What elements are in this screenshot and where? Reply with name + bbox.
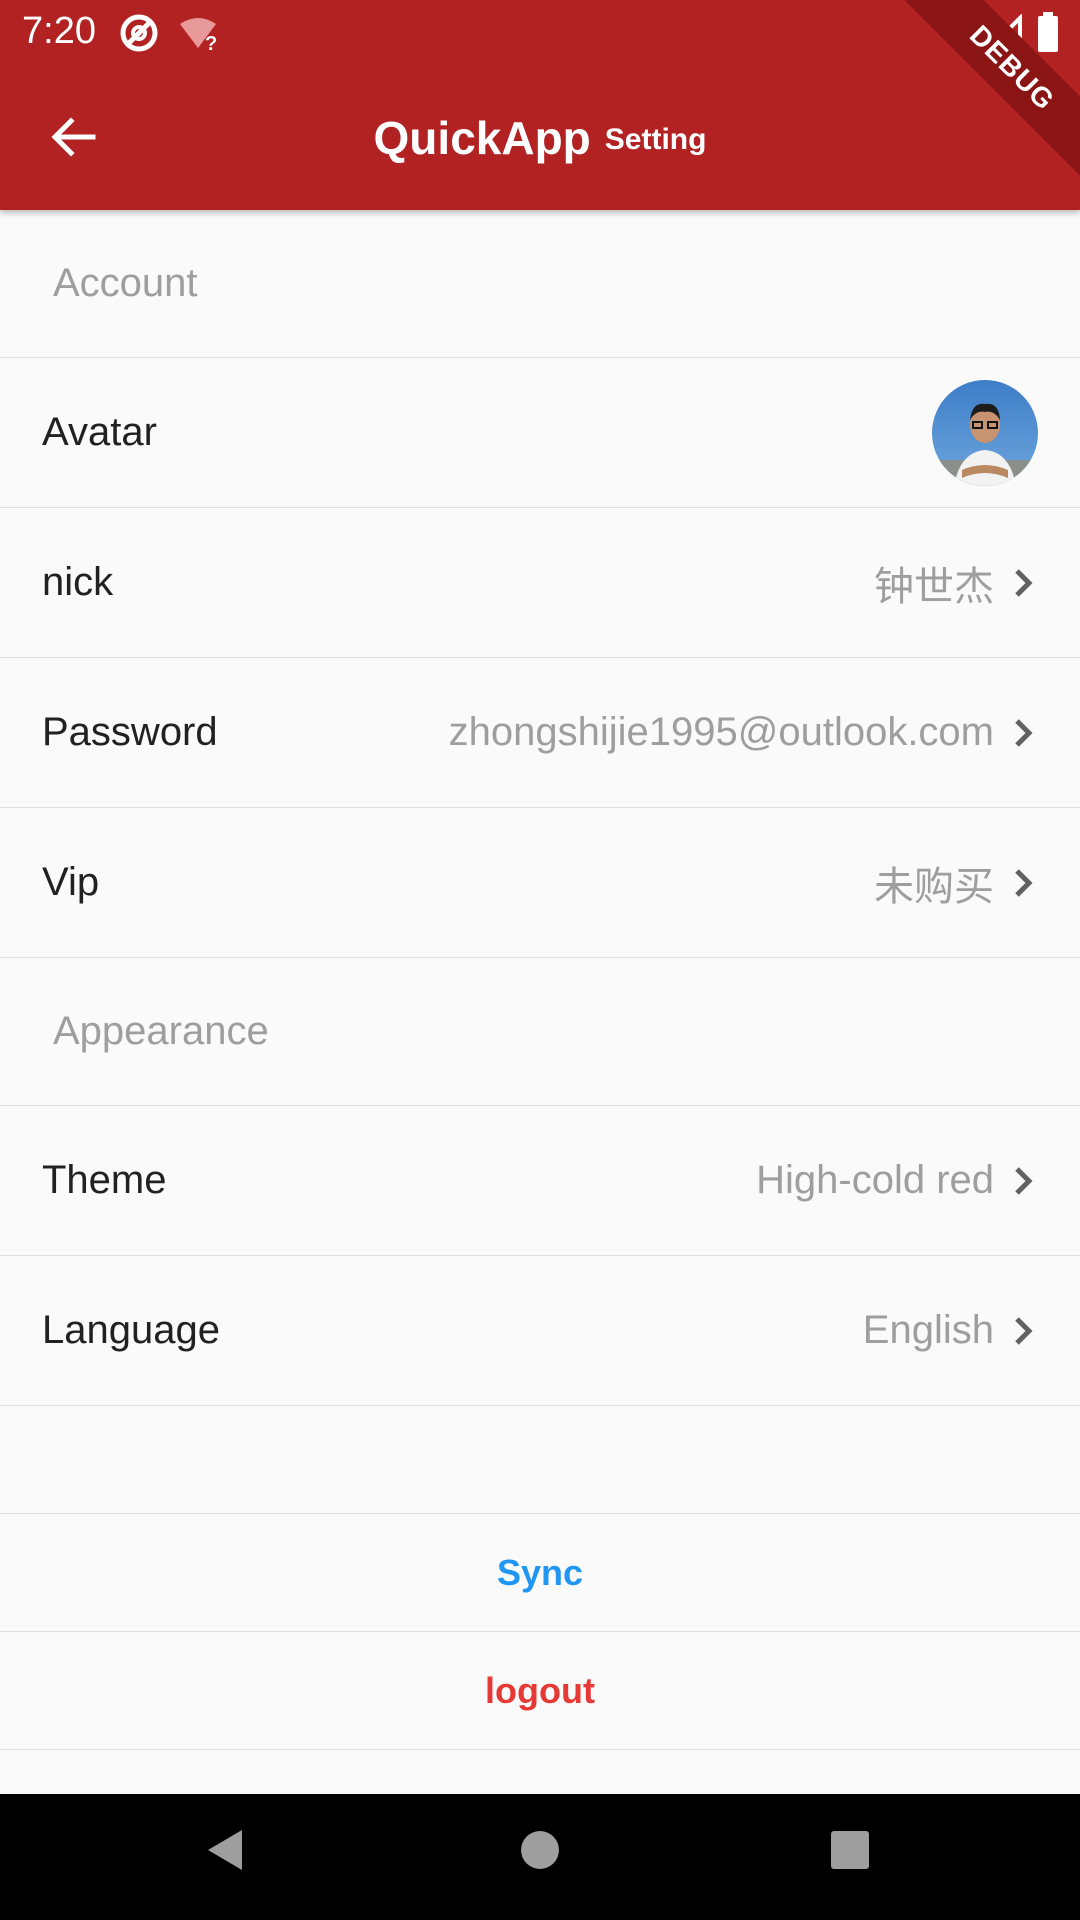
- row-right: zhongshijie1995@outlook.com: [449, 710, 1038, 755]
- logout-button[interactable]: logout: [0, 1632, 1080, 1750]
- row-value: High-cold red: [756, 1158, 994, 1202]
- chevron-right-icon: [1008, 866, 1038, 905]
- back-triangle-icon[interactable]: [204, 1826, 246, 1879]
- row-vip[interactable]: Vip 未购买: [0, 808, 1080, 958]
- battery-icon: [1036, 12, 1060, 57]
- home-circle-icon[interactable]: [520, 1830, 560, 1875]
- section-header-appearance: Appearance: [0, 958, 1080, 1106]
- section-header-account: Account: [0, 210, 1080, 358]
- chevron-right-icon: [1008, 716, 1038, 755]
- row-right: High-cold red: [756, 1158, 1038, 1203]
- chevron-right-icon: [1008, 1164, 1038, 1203]
- chevron-right-icon: [1008, 566, 1038, 605]
- row-label: Password: [42, 710, 218, 754]
- row-label: Language: [42, 1308, 220, 1352]
- row-right: 钟世杰: [874, 554, 1038, 612]
- row-avatar[interactable]: Avatar: [0, 358, 1080, 508]
- page-title: QuickApp: [373, 112, 591, 164]
- wifi-unknown-icon: ?: [178, 16, 222, 57]
- sync-button[interactable]: Sync: [0, 1514, 1080, 1632]
- row-value: zhongshijie1995@outlook.com: [448, 710, 994, 754]
- page-subtitle: Setting: [604, 123, 707, 156]
- toolbar: QuickApp Setting: [0, 66, 1080, 210]
- row-value: 钟世杰: [874, 564, 994, 609]
- row-label: Avatar: [42, 410, 157, 454]
- row-value: English: [862, 1308, 994, 1352]
- chevron-right-icon: [1008, 1314, 1038, 1353]
- no-data-icon: [118, 12, 160, 59]
- settings-list: Account Avatar nick 钟世杰 Password zhongsh…: [0, 210, 1080, 1750]
- row-password[interactable]: Password zhongshijie1995@outlook.com: [0, 658, 1080, 808]
- row-label: Theme: [42, 1158, 167, 1202]
- row-label: nick: [42, 560, 114, 604]
- row-label: Vip: [42, 860, 100, 904]
- row-right: 未购买: [874, 854, 1038, 912]
- recents-square-icon[interactable]: [830, 1830, 870, 1875]
- row-right: English: [863, 1308, 1038, 1353]
- app-bar: 7:20 ? QuickApp Setting DEBUG: [0, 0, 1080, 210]
- system-nav-bar: [0, 1794, 1080, 1920]
- avatar[interactable]: [932, 379, 1038, 486]
- status-time: 7:20: [22, 10, 96, 52]
- spacer: [0, 1406, 1080, 1514]
- row-theme[interactable]: Theme High-cold red: [0, 1106, 1080, 1256]
- title-group: QuickApp Setting: [0, 66, 1080, 210]
- row-right: [932, 379, 1038, 486]
- svg-text:?: ?: [205, 33, 217, 52]
- row-value: 未购买: [874, 864, 994, 909]
- row-language[interactable]: Language English: [0, 1256, 1080, 1406]
- row-nick[interactable]: nick 钟世杰: [0, 508, 1080, 658]
